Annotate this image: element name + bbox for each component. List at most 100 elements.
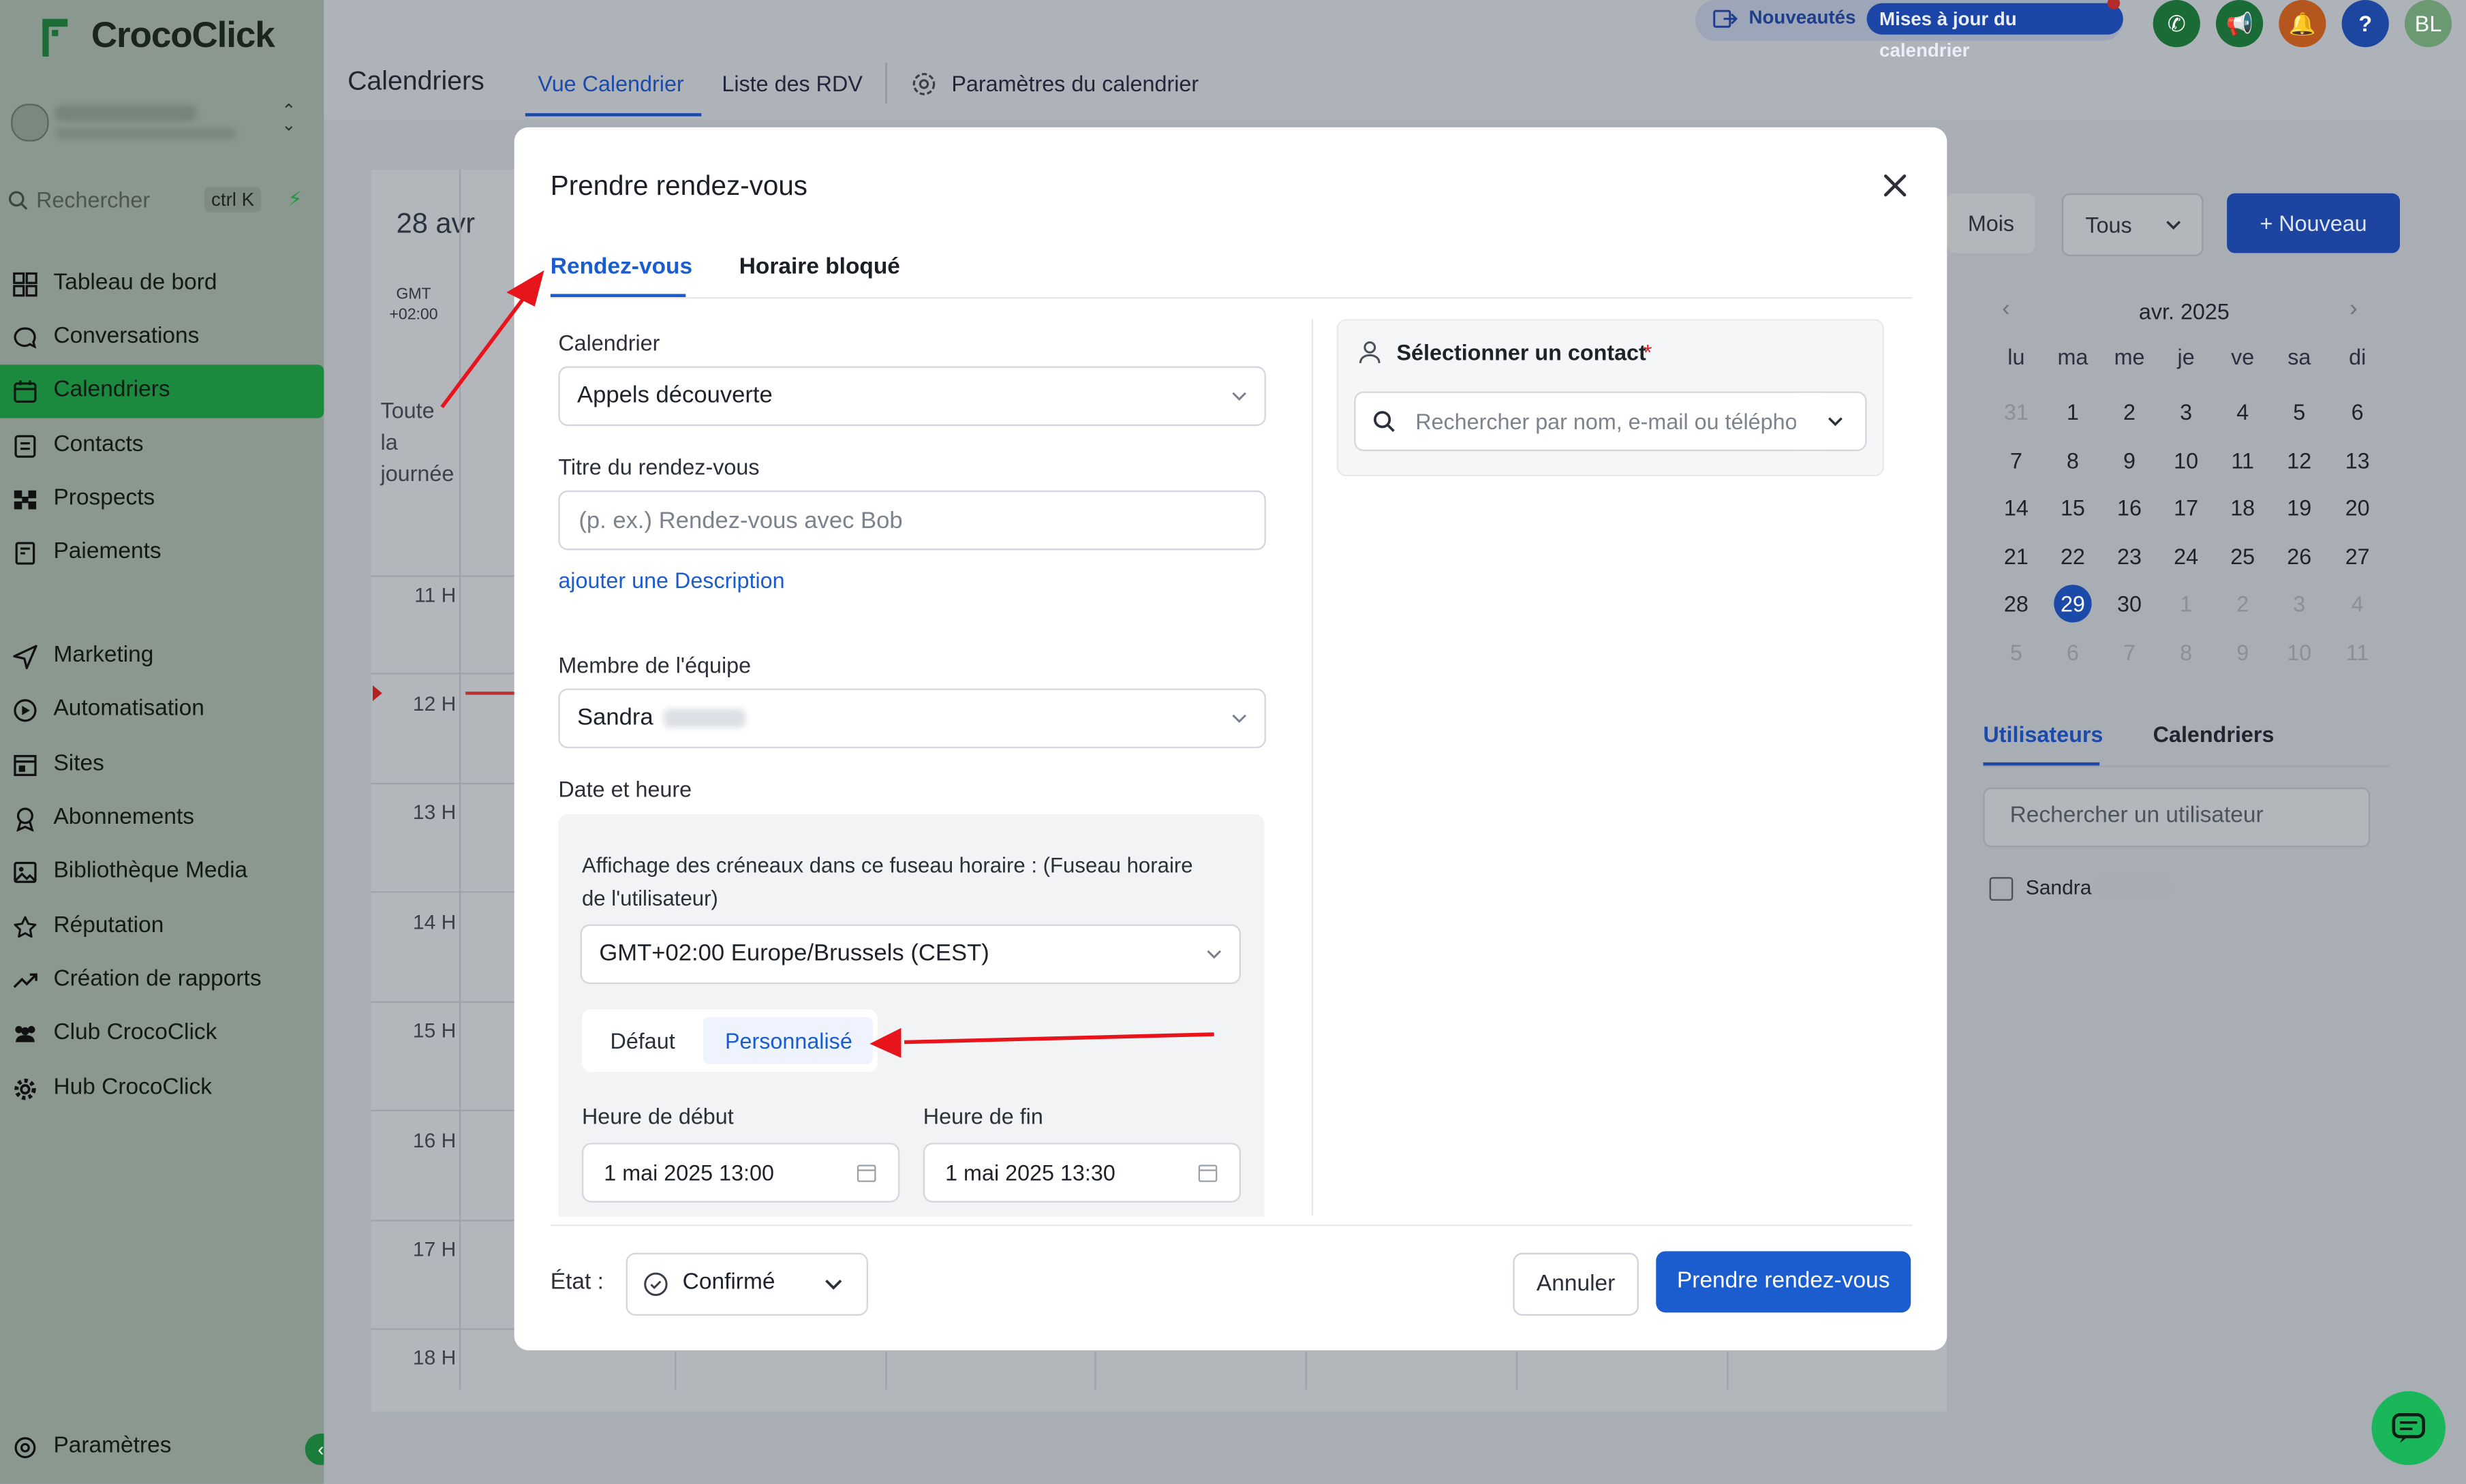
sidebar-item-reputation[interactable]: Réputation xyxy=(0,901,324,954)
chat-widget-button[interactable] xyxy=(2371,1391,2446,1466)
calendar-day[interactable]: 31 xyxy=(1992,393,2039,431)
calendar-day[interactable]: 2 xyxy=(2219,585,2266,622)
calendar-day[interactable]: 7 xyxy=(1992,442,2039,479)
sidebar-item-marketing[interactable]: Marketing xyxy=(0,630,324,683)
help-button[interactable]: ? xyxy=(2341,0,2389,48)
calendar-day[interactable]: 16 xyxy=(2106,489,2153,526)
sidebar-item-conversations[interactable]: Conversations xyxy=(0,311,324,365)
calendar-day[interactable]: 29 xyxy=(2054,585,2092,623)
calendar-day[interactable]: 22 xyxy=(2049,538,2096,575)
filter-select[interactable]: Tous xyxy=(2061,193,2204,257)
notifications-button[interactable]: 🔔 xyxy=(2279,0,2326,48)
calendar-day[interactable]: 4 xyxy=(2334,585,2381,622)
calendar-day[interactable]: 6 xyxy=(2334,393,2381,431)
calendar-day[interactable]: 14 xyxy=(1992,489,2039,526)
sidebar-item-dashboard[interactable]: Tableau de bord xyxy=(0,258,324,311)
calendar-day[interactable]: 1 xyxy=(2163,585,2210,622)
calendar-day[interactable]: 6 xyxy=(2049,634,2096,671)
announcement-button[interactable]: 📢 xyxy=(2215,0,2264,48)
calendar-day[interactable]: 25 xyxy=(2219,538,2266,575)
calendar-day[interactable]: 17 xyxy=(2163,489,2210,526)
sidebar-item-automation[interactable]: Automatisation xyxy=(0,684,324,737)
chevron-updown-icon: ⌃ ⌄ xyxy=(281,102,296,136)
help-icon: ? xyxy=(2358,11,2373,37)
tab-appointment[interactable]: Rendez-vous xyxy=(551,255,692,280)
user-avatar[interactable]: BL xyxy=(2404,0,2452,48)
team-member-select[interactable]: Sandra xyxy=(558,688,1266,749)
calendar-day[interactable]: 9 xyxy=(2219,634,2266,671)
calendar-day[interactable]: 3 xyxy=(2163,393,2210,431)
sidebar-item-club[interactable]: Club CrocoClick xyxy=(0,1008,324,1061)
start-time-input[interactable]: 1 mai 2025 13:00 xyxy=(581,1143,900,1203)
calendar-day[interactable]: 20 xyxy=(2334,489,2381,526)
tab-blocked-time[interactable]: Horaire bloqué xyxy=(739,255,900,280)
status-select[interactable]: Confirmé xyxy=(626,1252,869,1316)
new-appointment-button[interactable]: + Nouveau xyxy=(2227,193,2401,253)
active-tab-underline xyxy=(525,113,702,117)
calendar-day[interactable]: 11 xyxy=(2334,634,2381,671)
calendar-day[interactable]: 24 xyxy=(2163,538,2210,575)
calendar-day[interactable]: 10 xyxy=(2163,442,2210,479)
mode-custom-option[interactable]: Personnalisé xyxy=(703,1017,873,1064)
sidebar-item-calendars[interactable]: Calendriers xyxy=(0,365,324,418)
calendar-day[interactable]: 11 xyxy=(2219,442,2266,479)
tab-calendar-view[interactable]: Vue Calendrier xyxy=(538,71,683,96)
calendar-day[interactable]: 26 xyxy=(2276,538,2323,575)
user-search-input[interactable]: Rechercher un utilisateur xyxy=(1983,787,2371,848)
sidebar-item-hub[interactable]: Hub CrocoClick xyxy=(0,1063,324,1116)
calendar-day[interactable]: 19 xyxy=(2276,489,2323,526)
sidebar-item-contacts[interactable]: Contacts xyxy=(0,420,324,473)
mode-default-option[interactable]: Défaut xyxy=(611,1028,675,1053)
calendar-day[interactable]: 1 xyxy=(2049,393,2096,431)
calendar-day[interactable]: 13 xyxy=(2334,442,2381,479)
calendar-day[interactable]: 27 xyxy=(2334,538,2381,575)
calendar-day[interactable]: 28 xyxy=(1992,585,2039,622)
calendar-day[interactable]: 10 xyxy=(2276,634,2323,671)
calendar-day[interactable]: 18 xyxy=(2219,489,2266,526)
calendar-day[interactable]: 23 xyxy=(2106,538,2153,575)
cancel-button[interactable]: Annuler xyxy=(1513,1252,1639,1316)
add-description-link[interactable]: ajouter une Description xyxy=(558,568,784,593)
news-pill[interactable]: Nouveautés Mises à jour du calendrier xyxy=(1695,0,2123,61)
sidebar-item-reports[interactable]: Création de rapports xyxy=(0,954,324,1007)
sidebar-search[interactable]: Rechercher ctrl K ⚡ xyxy=(8,184,307,219)
sidebar-item-media-library[interactable]: Bibliothèque Media xyxy=(0,846,324,899)
end-time-input[interactable]: 1 mai 2025 13:30 xyxy=(923,1143,1242,1203)
calendar-day[interactable]: 5 xyxy=(1992,634,2039,671)
close-icon[interactable] xyxy=(1876,167,1913,204)
calendar-day[interactable]: 15 xyxy=(2049,489,2096,526)
tab-users[interactable]: Utilisateurs xyxy=(1983,722,2103,747)
calendar-day[interactable]: 4 xyxy=(2219,393,2266,431)
phone-button[interactable]: ✆ xyxy=(2153,0,2200,48)
sidebar-item-sites[interactable]: Sites xyxy=(0,739,324,792)
tab-calendar-settings[interactable]: Paramètres du calendrier xyxy=(951,71,1199,96)
calendar-day[interactable]: 9 xyxy=(2106,442,2153,479)
tab-appointment-list[interactable]: Liste des RDV xyxy=(722,71,863,96)
user-checkbox[interactable] xyxy=(1989,877,2014,901)
timezone-select[interactable]: GMT+02:00 Europe/Brussels (CEST) xyxy=(580,924,1242,985)
calendar-day[interactable]: 12 xyxy=(2276,442,2323,479)
calendar-day[interactable]: 30 xyxy=(2106,585,2153,622)
lightning-icon[interactable]: ⚡ xyxy=(288,187,302,213)
prev-month-icon[interactable]: ‹ xyxy=(2002,296,2010,322)
sidebar-item-payments[interactable]: Paiements xyxy=(0,527,324,580)
appointment-title-input[interactable]: (p. ex.) Rendez-vous avec Bob xyxy=(558,490,1266,551)
account-switcher[interactable]: ⌃ ⌄ xyxy=(11,97,310,148)
calendar-day[interactable]: 8 xyxy=(2163,634,2210,671)
sidebar-item-prospects[interactable]: Prospects xyxy=(0,473,324,526)
tab-calendars[interactable]: Calendriers xyxy=(2153,722,2275,747)
calendar-day[interactable]: 3 xyxy=(2276,585,2323,622)
calendar-day[interactable]: 21 xyxy=(1992,538,2039,575)
calendar-day[interactable]: 5 xyxy=(2276,393,2323,431)
calendar-day[interactable]: 7 xyxy=(2106,634,2153,671)
calendar-day[interactable]: 2 xyxy=(2106,393,2153,431)
submit-button[interactable]: Prendre rendez-vous xyxy=(1656,1251,1911,1313)
next-month-icon[interactable]: › xyxy=(2349,296,2358,322)
month-view-button[interactable]: Mois xyxy=(1947,193,2035,253)
search-icon xyxy=(1374,411,1395,433)
contact-search-input[interactable]: Rechercher par nom, e-mail ou téléphone xyxy=(1354,391,1867,452)
sidebar-item-subscriptions[interactable]: Abonnements xyxy=(0,792,324,846)
calendar-day[interactable]: 8 xyxy=(2049,442,2096,479)
sidebar-item-settings[interactable]: Paramètres xyxy=(0,1421,324,1474)
calendar-select[interactable]: Appels découverte xyxy=(558,366,1266,427)
